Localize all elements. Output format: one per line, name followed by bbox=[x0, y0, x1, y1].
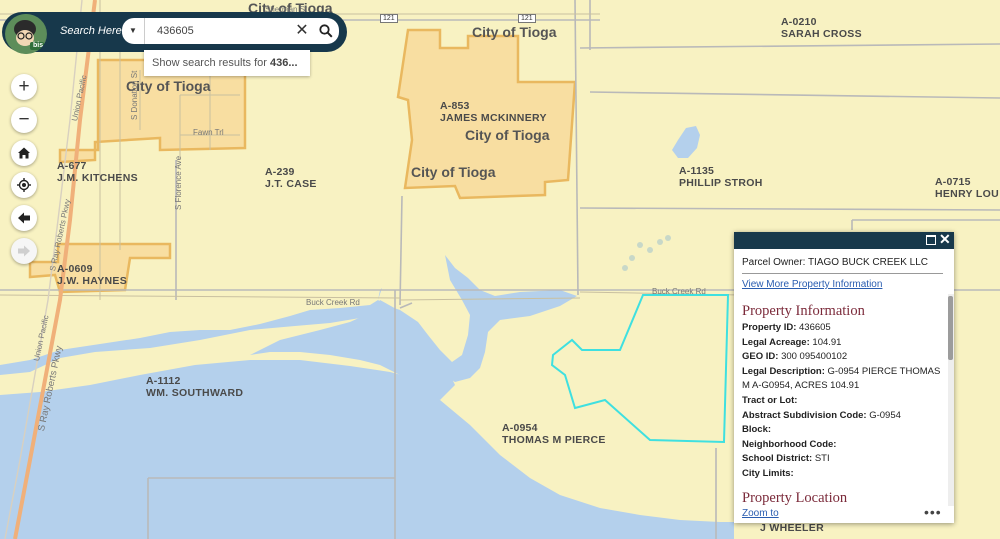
app-logo[interactable]: bis bbox=[5, 14, 47, 54]
minus-icon: − bbox=[18, 109, 30, 130]
search-source-dropdown[interactable]: ▼ bbox=[122, 18, 145, 44]
parcel-owner: Parcel Owner: TIAGO BUCK CREEK LLC bbox=[742, 257, 928, 268]
logo-text: bis bbox=[33, 42, 44, 49]
road-label: S Florence Ave bbox=[174, 155, 183, 210]
abstract-label: A-677 J.M. KITCHENS bbox=[57, 160, 138, 184]
plus-icon: + bbox=[18, 76, 30, 97]
property-popup: ✕ Parcel Owner: TIAGO BUCK CREEK LLC Vie… bbox=[734, 231, 954, 523]
field-key: City Limits: bbox=[742, 467, 794, 479]
search-input[interactable] bbox=[145, 18, 313, 44]
zoom-out-button[interactable]: − bbox=[11, 107, 37, 133]
abstract-label: A-1112 WM. SOUTHWARD bbox=[146, 375, 244, 399]
field-value: STI bbox=[814, 453, 830, 465]
abstract-label: A-239 J.T. CASE bbox=[265, 166, 317, 190]
field-key: Property ID: bbox=[742, 322, 797, 333]
field-value: 436605 bbox=[799, 322, 831, 333]
abstract-label: A-1135 PHILLIP STROH bbox=[679, 165, 763, 189]
city-label: City of Tioga bbox=[411, 164, 496, 180]
zoom-in-button[interactable]: + bbox=[11, 74, 37, 100]
divider bbox=[742, 273, 943, 274]
search-button[interactable] bbox=[312, 18, 339, 44]
clear-search-button[interactable]: ✕ bbox=[292, 18, 312, 44]
property-field: Legal Description: G-0954 PIERCE THOMAS … bbox=[742, 365, 942, 394]
zoom-to-link[interactable]: Zoom to bbox=[742, 508, 779, 519]
arrow-right-icon bbox=[18, 245, 30, 257]
locate-button[interactable] bbox=[11, 172, 37, 198]
property-field: Legal Acreage: 104.91 bbox=[742, 336, 942, 351]
next-extent-button[interactable] bbox=[11, 238, 37, 264]
view-more-link[interactable]: View More Property Information bbox=[742, 279, 882, 290]
home-icon bbox=[18, 147, 30, 159]
property-field: GEO ID: 300 095400102 bbox=[742, 350, 942, 365]
field-key: Neighborhood Code: bbox=[742, 438, 837, 450]
popup-header: ✕ bbox=[734, 231, 954, 249]
maximize-icon[interactable] bbox=[926, 235, 936, 245]
home-button[interactable] bbox=[11, 140, 37, 166]
highway-shield: 121 bbox=[518, 14, 536, 23]
close-popup-button[interactable]: ✕ bbox=[939, 231, 951, 248]
abstract-label: A-0715 HENRY LOU bbox=[935, 176, 999, 200]
property-field: School District: STI bbox=[742, 452, 942, 467]
arrow-left-icon bbox=[18, 212, 30, 224]
abstract-label: A-853 JAMES MCKINNERY bbox=[440, 100, 547, 124]
field-key: School District: bbox=[742, 453, 813, 465]
property-field: Abstract Subdivision Code: G-0954 bbox=[742, 409, 942, 424]
scrollbar-thumb[interactable] bbox=[948, 296, 953, 360]
property-field: Property ID: 436605 bbox=[742, 321, 942, 336]
field-value: 300 095400102 bbox=[781, 351, 848, 363]
field-key: Block: bbox=[742, 424, 772, 436]
field-key: GEO ID: bbox=[742, 351, 779, 363]
close-icon: ✕ bbox=[295, 22, 309, 39]
abstract-label: J WHEELER bbox=[760, 522, 824, 534]
more-options-button[interactable]: ••• bbox=[924, 504, 942, 520]
property-field: Neighborhood Code: bbox=[742, 438, 942, 453]
field-key: Legal Acreage: bbox=[742, 336, 810, 348]
city-label: City of Tioga bbox=[465, 127, 550, 143]
popup-content[interactable]: Property Information Property ID: 436605… bbox=[734, 294, 954, 506]
suggestion-prefix: Show search results for bbox=[152, 57, 270, 69]
road-label: S Donation St bbox=[130, 70, 139, 120]
road-label: Fawn Trl bbox=[193, 128, 224, 137]
abstract-label: A-0609 J.W. HAYNES bbox=[57, 263, 128, 287]
field-value: 104.91 bbox=[812, 336, 842, 348]
search-icon bbox=[318, 24, 333, 38]
property-field: City Limits: bbox=[742, 467, 942, 482]
field-key: Tract or Lot: bbox=[742, 394, 798, 406]
property-field: Tract or Lot: bbox=[742, 394, 942, 409]
search-bar: bis Search Here: ▼ ✕ bbox=[2, 12, 347, 54]
suggestion-term: 436... bbox=[270, 57, 298, 69]
crosshair-icon bbox=[17, 178, 31, 192]
field-value: G-0954 bbox=[869, 409, 901, 421]
property-field: Block: bbox=[742, 423, 942, 438]
abstract-label: A-0210 SARAH CROSS bbox=[781, 16, 862, 40]
city-label: City of Tioga bbox=[472, 24, 557, 40]
previous-extent-button[interactable] bbox=[11, 205, 37, 231]
section-title: Property Information bbox=[742, 303, 865, 319]
search-label: Search Here: bbox=[60, 25, 125, 37]
field-key: Abstract Subdivision Code: bbox=[742, 409, 867, 421]
property-fields: Property ID: 436605 Legal Acreage: 104.91… bbox=[742, 321, 942, 482]
road-label: Buck Creek Rd bbox=[306, 298, 360, 307]
highway-shield: 121 bbox=[380, 14, 398, 23]
section-title: Property Location bbox=[742, 489, 848, 506]
road-label: Buck Creek Rd bbox=[652, 287, 706, 296]
field-key: Legal Description: bbox=[742, 365, 825, 377]
search-suggestion[interactable]: Show search results for 436... bbox=[144, 50, 310, 76]
abstract-label: A-0954 THOMAS M PIERCE bbox=[502, 422, 606, 446]
close-icon: ✕ bbox=[939, 231, 951, 247]
caret-down-icon: ▼ bbox=[129, 26, 137, 35]
